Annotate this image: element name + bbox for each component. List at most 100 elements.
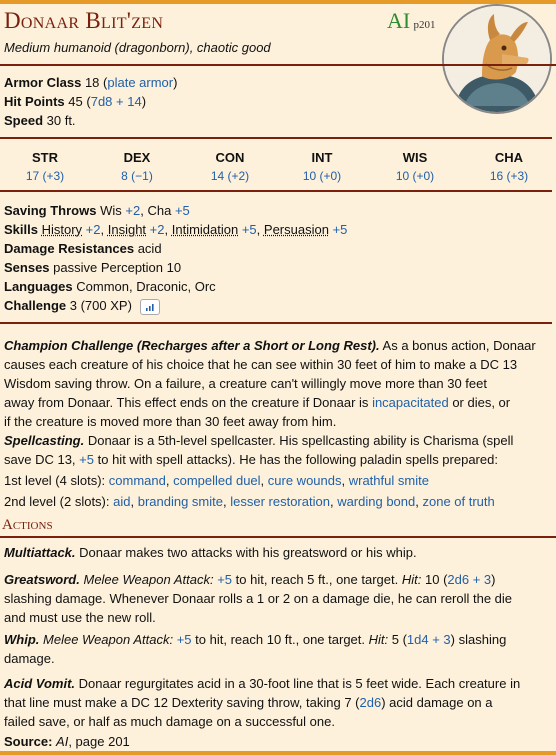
whip-damage-roll[interactable]: 1d4 + 3: [407, 632, 451, 647]
spell-wrathful-smite-link[interactable]: wrathful smite: [349, 473, 429, 488]
save-cha-roll[interactable]: +5: [175, 203, 190, 218]
source-tag[interactable]: AI p201: [387, 8, 435, 34]
ac-label: Armor Class: [4, 75, 82, 90]
ability-score-roll[interactable]: 8 (−1): [97, 169, 177, 183]
type-alignment: Medium humanoid (dragonborn), chaotic go…: [4, 40, 271, 55]
hit-points-line: Hit Points 45 (7d8 + 14): [4, 94, 147, 109]
skill-insight-roll[interactable]: +2: [150, 222, 165, 237]
source-book-link[interactable]: AI: [56, 734, 68, 749]
ability-con: CON 14 (+2): [190, 150, 270, 183]
actions-heading: Actions: [2, 517, 53, 533]
spell-compelled-duel-link[interactable]: compelled duel: [173, 473, 260, 488]
action-title: Whip.: [4, 632, 40, 647]
challenge-value: 3 (700 XP): [69, 298, 132, 313]
spell-cure-wounds-link[interactable]: cure wounds: [268, 473, 342, 488]
source-label: Source:: [4, 734, 53, 749]
spell-lesser-restoration-link[interactable]: lesser restoration: [230, 494, 330, 509]
divider: [0, 64, 556, 66]
damage-value: 5 (: [391, 632, 407, 647]
save-wis: Wis: [100, 203, 122, 218]
action-title: Multiattack.: [4, 545, 76, 560]
ability-str: STR 17 (+3): [5, 150, 85, 183]
saves-label: Saving Throws: [4, 203, 97, 218]
acid-damage-roll[interactable]: 2d6: [360, 695, 382, 710]
feature-text: away from Donaar. This effect ends on th…: [4, 395, 369, 410]
bottom-border: [0, 751, 556, 755]
action-text: ) slashing: [450, 632, 507, 647]
feature-text: or dies, or: [452, 395, 511, 410]
saving-throws-line: Saving Throws Wis +2, Cha +5: [4, 203, 190, 218]
spell-warding-bond-link[interactable]: warding bond: [337, 494, 415, 509]
hp-dice-roll[interactable]: 7d8 + 14: [91, 94, 142, 109]
feature-text: Donaar is a 5th-level spellcaster. His s…: [87, 433, 514, 448]
spell-command-link[interactable]: command: [109, 473, 166, 488]
dr-value: acid: [137, 241, 162, 256]
ability-score-roll[interactable]: 16 (+3): [469, 169, 549, 183]
languages-label: Languages: [4, 279, 73, 294]
feature-text: save DC 13,: [4, 452, 76, 467]
ability-score-roll[interactable]: 10 (+0): [375, 169, 455, 183]
feature-text: As a bonus action, Donaar: [382, 338, 536, 353]
spell-attack-roll[interactable]: +5: [79, 452, 94, 467]
ability-name: DEX: [123, 150, 151, 165]
skill-history[interactable]: History: [42, 222, 82, 237]
greatsword-attack-roll[interactable]: +5: [217, 572, 232, 587]
ability-score-roll[interactable]: 17 (+3): [5, 169, 85, 183]
creature-portrait[interactable]: [442, 4, 552, 114]
spell-level-label: 1st level (4 slots):: [4, 473, 106, 488]
skill-intimidation-roll[interactable]: +5: [242, 222, 257, 237]
feature-text: if the creature is moved more than 30 fe…: [4, 414, 337, 429]
greatsword-damage-roll[interactable]: 2d6 + 3: [447, 572, 491, 587]
hp-label: Hit Points: [4, 94, 65, 109]
challenge-label: Challenge: [4, 298, 67, 313]
spell-level-label: 2nd level (2 slots):: [4, 494, 110, 509]
action-whip: Whip. Melee Weapon Attack: +5 to hit, re…: [4, 630, 552, 668]
action-text: failed save, or half as much damage on a…: [4, 714, 335, 729]
ability-score-roll[interactable]: 10 (+0): [282, 169, 362, 183]
skill-history-roll[interactable]: +2: [86, 222, 101, 237]
spell-zone-of-truth-link[interactable]: zone of truth: [422, 494, 494, 509]
source-page: p201: [413, 19, 436, 31]
ability-name: CON: [215, 150, 245, 165]
whip-attack-roll[interactable]: +5: [177, 632, 192, 647]
source-abbr: AI: [387, 8, 411, 33]
top-border: [0, 0, 556, 4]
skills-line: Skills History +2, Insight +2, Intimidat…: [4, 222, 348, 237]
hit-label: Hit:: [401, 572, 422, 587]
feature-text: causes each creature of his choice that …: [4, 357, 518, 372]
speed-line: Speed 30 ft.: [4, 113, 76, 128]
ability-cha: CHA 16 (+3): [469, 150, 549, 183]
action-text: and must use the new roll.: [4, 610, 156, 625]
action-text: Donaar regurgitates acid in a 30-foot li…: [78, 676, 521, 691]
source-footer-page: , page 201: [68, 734, 130, 749]
bar-chart-icon[interactable]: [139, 298, 160, 315]
spell-branding-smite-link[interactable]: branding smite: [138, 494, 223, 509]
spell-aid-link[interactable]: aid: [113, 494, 130, 509]
action-text: Donaar makes two attacks with his greats…: [79, 545, 417, 560]
action-multiattack: Multiattack. Donaar makes two attacks wi…: [4, 543, 552, 562]
condition-incapacitated-link[interactable]: incapacitated: [372, 395, 449, 410]
ability-name: WIS: [402, 150, 428, 165]
senses-value: passive Perception 10: [53, 260, 182, 275]
action-greatsword: Greatsword. Melee Weapon Attack: +5 to h…: [4, 570, 552, 627]
senses-line: Senses passive Perception 10: [4, 260, 181, 275]
skill-insight[interactable]: Insight: [108, 222, 146, 237]
stat-block: Donaar Blit'zen AI p201 Medium humanoid …: [0, 0, 556, 755]
feature-champion-challenge: Champion Challenge (Recharges after a Sh…: [4, 336, 552, 431]
skill-persuasion[interactable]: Persuasion: [264, 222, 329, 237]
challenge-line: Challenge 3 (700 XP): [4, 298, 160, 315]
save-cha: Cha: [147, 203, 172, 218]
action-text: to hit, reach 10 ft., one target.: [195, 632, 365, 647]
action-text: slashing damage. Whenever Donaar rolls a…: [4, 591, 513, 606]
skill-intimidation[interactable]: Intimidation: [172, 222, 238, 237]
source-footer: Source: AI, page 201: [4, 734, 130, 749]
feature-title: Spellcasting.: [4, 433, 85, 448]
skill-persuasion-roll[interactable]: +5: [333, 222, 348, 237]
action-text: to hit, reach 5 ft., one target.: [235, 572, 399, 587]
damage-value: 10 (: [425, 572, 448, 587]
ability-score-roll[interactable]: 14 (+2): [190, 169, 270, 183]
ac-armor-link[interactable]: plate armor: [107, 75, 173, 90]
save-wis-roll[interactable]: +2: [125, 203, 140, 218]
languages-line: Languages Common, Draconic, Orc: [4, 279, 216, 294]
feature-text: to hit with spell attacks). He has the f…: [97, 452, 498, 467]
